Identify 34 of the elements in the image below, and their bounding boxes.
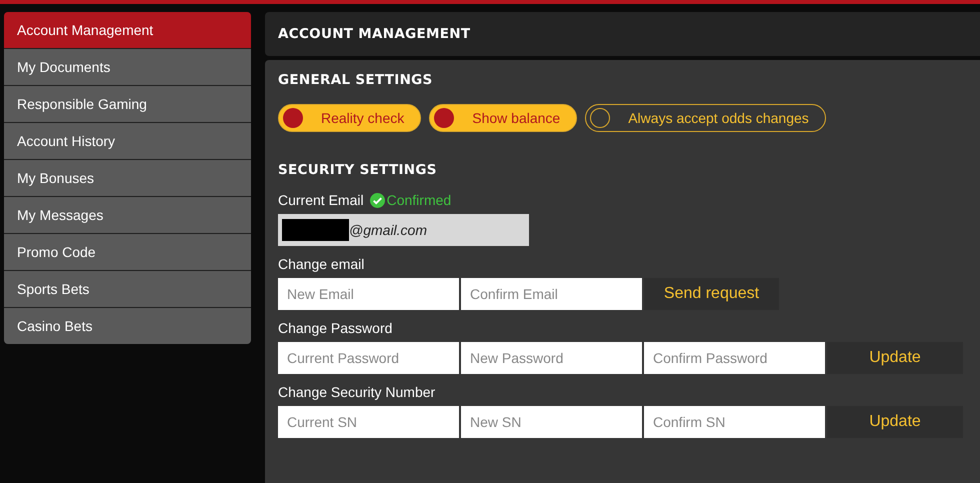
redaction-mark: [282, 219, 349, 241]
toggle-pill[interactable]: Show balance: [429, 104, 578, 132]
email-field[interactable]: @gmail.com: [278, 214, 529, 246]
input-field[interactable]: Confirm SN: [644, 406, 825, 438]
page-title: ACCOUNT MANAGEMENT: [278, 26, 470, 42]
input-field[interactable]: Confirm Email: [461, 278, 642, 310]
update-button[interactable]: Update: [827, 342, 963, 374]
toggle-pill[interactable]: Reality check: [278, 104, 422, 132]
sidebar-item[interactable]: Account Management: [4, 12, 251, 48]
input-field[interactable]: New Password: [461, 342, 642, 374]
input-field[interactable]: Current SN: [278, 406, 459, 438]
input-field[interactable]: New Email: [278, 278, 459, 310]
input-field[interactable]: Current Password: [278, 342, 459, 374]
field-label: Current Email: [278, 192, 364, 208]
toggle-pill[interactable]: Always accept odds changes: [585, 104, 826, 132]
status-text: Confirmed: [386, 192, 452, 208]
input-field[interactable]: Confirm Password: [644, 342, 825, 374]
sidebar-item[interactable]: Casino Bets: [4, 308, 251, 344]
input-field[interactable]: New SN: [461, 406, 642, 438]
sidebar-item[interactable]: Responsible Gaming: [4, 86, 251, 122]
sidebar-item[interactable]: My Documents: [4, 49, 251, 85]
send-request-button[interactable]: Send request: [644, 278, 779, 310]
sidebar-item[interactable]: Promo Code: [4, 234, 251, 270]
field-label: Change email: [278, 256, 366, 272]
section-title: GENERAL SETTINGS: [278, 72, 434, 88]
check-circle-icon: [370, 192, 385, 208]
update-button[interactable]: Update: [827, 406, 963, 438]
field-label: Change Security Number: [278, 384, 436, 400]
sidebar-item[interactable]: Account History: [4, 123, 251, 159]
section-title: SECURITY SETTINGS: [278, 162, 438, 178]
field-label: Change Password: [278, 320, 394, 336]
sidebar-item[interactable]: My Messages: [4, 197, 251, 233]
sidebar-item[interactable]: Sports Bets: [4, 271, 251, 307]
sidebar-item[interactable]: My Bonuses: [4, 160, 251, 196]
